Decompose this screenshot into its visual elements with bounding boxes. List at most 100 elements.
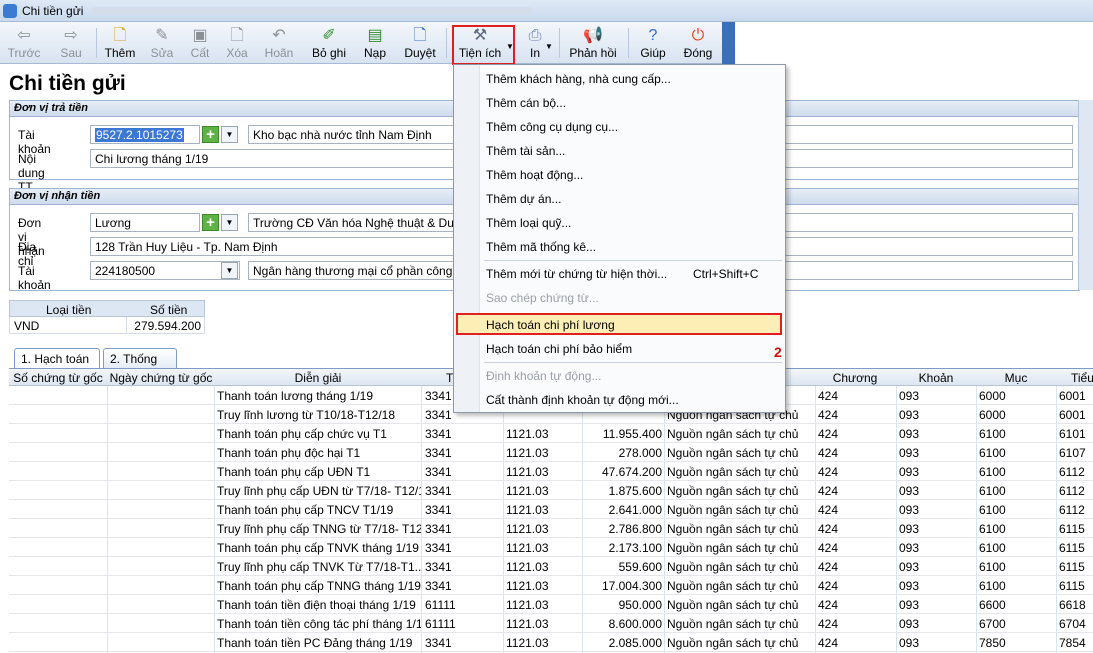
table-cell-kh[interactable]: 093 [899, 503, 974, 518]
table-cell-desc[interactable]: Truy lĩnh phụ cấp TNVK Từ T7/18-T1... [217, 560, 421, 575]
table-row[interactable]: Truy lĩnh phụ cấp TNNG từ T7/18- T12... 3… [9, 519, 1093, 538]
table-cell-kh[interactable]: 093 [899, 408, 974, 423]
table-cell-amt[interactable]: 2.641.000 [585, 503, 662, 518]
table-cell-muc[interactable]: 6100 [979, 427, 1054, 442]
table-cell-kh[interactable]: 093 [899, 636, 974, 651]
table-cell-tieu[interactable]: 6112 [1059, 465, 1093, 480]
approve-button[interactable]: 🗋 Duyệt [400, 22, 440, 64]
payer-account-field[interactable]: 9527.2.1015273 [90, 125, 200, 144]
table-cell-ch[interactable]: 424 [818, 598, 894, 613]
table-cell-desc[interactable]: Thanh toán phụ độc hại T1 [217, 446, 421, 461]
col-header-sub-item[interactable]: Tiểu [1057, 371, 1093, 385]
table-cell-amt[interactable]: 17.004.300 [585, 579, 662, 594]
submit-button[interactable]: ▤ Nạp [360, 22, 390, 64]
table-cell-tieu[interactable]: 6618 [1059, 598, 1093, 613]
table-cell-muc[interactable]: 6100 [979, 446, 1054, 461]
table-cell-kh[interactable]: 093 [899, 541, 974, 556]
table-cell-tk[interactable]: 3341 [425, 636, 501, 651]
table-cell-muc[interactable]: 6000 [979, 389, 1054, 404]
table-cell-ch[interactable]: 424 [818, 427, 894, 442]
table-cell-tkd[interactable]: 1121.03 [506, 465, 580, 480]
table-cell-tieu[interactable]: 6704 [1059, 617, 1093, 632]
col-header-doc-no[interactable]: Số chứng từ gốc [9, 371, 107, 385]
table-cell-amt[interactable]: 2.085.000 [585, 636, 662, 651]
table-cell-tkd[interactable]: 1121.03 [506, 484, 580, 499]
table-cell-desc[interactable]: Truy lĩnh lương từ T10/18-T12/18 [217, 408, 421, 423]
table-cell-muc[interactable]: 6000 [979, 408, 1054, 423]
table-cell-desc[interactable]: Truy lĩnh phụ cấp TNNG từ T7/18- T12... [217, 522, 421, 537]
table-cell-tieu[interactable]: 7854 [1059, 636, 1093, 651]
table-cell-src[interactable]: Nguồn ngân sách tự chủ [667, 484, 813, 499]
menu-item-add-stat-code[interactable]: Thêm mã thống kê... [486, 240, 596, 254]
table-cell-desc[interactable]: Thanh toán phụ cấp TNNG tháng 1/19 [217, 579, 421, 594]
table-cell-kh[interactable]: 093 [899, 465, 974, 480]
table-cell-tieu[interactable]: 6115 [1059, 560, 1093, 575]
table-cell-muc[interactable]: 6100 [979, 560, 1054, 575]
add-icon[interactable]: + [202, 126, 219, 143]
table-cell-src[interactable]: Nguồn ngân sách tự chủ [667, 579, 813, 594]
table-cell-ch[interactable]: 424 [818, 636, 894, 651]
table-cell-tk[interactable]: 3341 [425, 503, 501, 518]
table-cell-muc[interactable]: 6100 [979, 503, 1054, 518]
table-cell-tieu[interactable]: 6115 [1059, 522, 1093, 537]
table-cell-amt[interactable]: 559.600 [585, 560, 662, 575]
menu-item-add-tools[interactable]: Thêm công cụ dụng cụ... [486, 120, 618, 134]
table-cell-tkd[interactable]: 1121.03 [506, 560, 580, 575]
table-row[interactable]: Thanh toán phụ cấp TNVK tháng 1/19 3341 11… [9, 538, 1093, 557]
table-row[interactable]: Truy lĩnh phụ cấp TNVK Từ T7/18-T1... 334… [9, 557, 1093, 576]
feedback-button[interactable]: 📢 Phản hồi [566, 22, 620, 64]
table-cell-ch[interactable]: 424 [818, 522, 894, 537]
table-cell-kh[interactable]: 093 [899, 560, 974, 575]
currency-row[interactable]: VND 279.594.200 [9, 317, 205, 334]
table-cell-src[interactable]: Nguồn ngân sách tự chủ [667, 427, 813, 442]
table-cell-amt[interactable]: 47.674.200 [585, 465, 662, 480]
table-cell-ch[interactable]: 424 [818, 389, 894, 404]
table-cell-muc[interactable]: 6100 [979, 522, 1054, 537]
table-cell-ch[interactable]: 424 [818, 560, 894, 575]
table-cell-tk[interactable]: 3341 [425, 427, 501, 442]
table-cell-tieu[interactable]: 6001 [1059, 408, 1093, 423]
delete-button[interactable]: 🗋 Xóa [222, 22, 252, 64]
table-cell-src[interactable]: Nguồn ngân sách tự chủ [667, 598, 813, 613]
col-header-doc-date[interactable]: Ngày chứng từ gốc [108, 371, 214, 385]
table-cell-kh[interactable]: 093 [899, 446, 974, 461]
unpost-button[interactable]: ✐ Bỏ ghi [308, 22, 350, 64]
chevron-down-icon[interactable]: ▼ [221, 126, 238, 143]
close-button[interactable]: ⏻ Đóng [678, 22, 718, 64]
save-button[interactable]: ▣ Cất [186, 22, 214, 64]
table-cell-tkd[interactable]: 1121.03 [506, 636, 580, 651]
table-cell-tieu[interactable]: 6115 [1059, 579, 1093, 594]
table-cell-muc[interactable]: 6100 [979, 484, 1054, 499]
table-cell-kh[interactable]: 093 [899, 389, 974, 404]
chevron-down-icon[interactable]: ▼ [221, 214, 238, 231]
table-cell-tkd[interactable]: 1121.03 [506, 503, 580, 518]
menu-item-save-auto-entry[interactable]: Cất thành định khoản tự động mới... [486, 393, 679, 407]
table-cell-src[interactable]: Nguồn ngân sách tự chủ [667, 636, 813, 651]
table-cell-tieu[interactable]: 6107 [1059, 446, 1093, 461]
table-cell-src[interactable]: Nguồn ngân sách tự chủ [667, 541, 813, 556]
table-row[interactable]: Thanh toán phụ cấp TNCV T1/19 3341 1121.03… [9, 500, 1093, 519]
table-cell-kh[interactable]: 093 [899, 484, 974, 499]
table-cell-tkd[interactable]: 1121.03 [506, 522, 580, 537]
toolbar-overflow[interactable] [722, 22, 735, 64]
table-cell-src[interactable]: Nguồn ngân sách tự chủ [667, 617, 813, 632]
menu-item-copy-document[interactable]: Sao chép chứng từ... [486, 291, 599, 305]
table-cell-tieu[interactable]: 6001 [1059, 389, 1093, 404]
menu-item-add-fund-type[interactable]: Thêm loại quỹ... [486, 216, 571, 230]
table-cell-kh[interactable]: 093 [899, 579, 974, 594]
table-cell-ch[interactable]: 424 [818, 503, 894, 518]
table-cell-desc[interactable]: Thanh toán tiền công tác phí tháng 1/19 [217, 617, 421, 632]
table-cell-src[interactable]: Nguồn ngân sách tự chủ [667, 465, 813, 480]
table-row[interactable]: Thanh toán phụ cấp chức vụ T1 3341 1121.03… [9, 424, 1093, 443]
table-cell-tkd[interactable]: 1121.03 [506, 617, 580, 632]
col-header-description[interactable]: Diễn giải [215, 371, 421, 385]
table-cell-src[interactable]: Nguồn ngân sách tự chủ [667, 503, 813, 518]
table-cell-tkd[interactable]: 1121.03 [506, 598, 580, 613]
table-cell-tk[interactable]: 3341 [425, 560, 501, 575]
menu-item-payroll-posting[interactable]: Hạch toán chi phí lương [486, 318, 615, 332]
table-row[interactable]: Truy lĩnh phụ cấp UĐN từ T7/18- T12/18 33… [9, 481, 1093, 500]
table-cell-muc[interactable]: 7850 [979, 636, 1054, 651]
table-cell-src[interactable]: Nguồn ngân sách tự chủ [667, 560, 813, 575]
chevron-down-icon[interactable]: ▼ [221, 262, 238, 279]
table-cell-tieu[interactable]: 6101 [1059, 427, 1093, 442]
